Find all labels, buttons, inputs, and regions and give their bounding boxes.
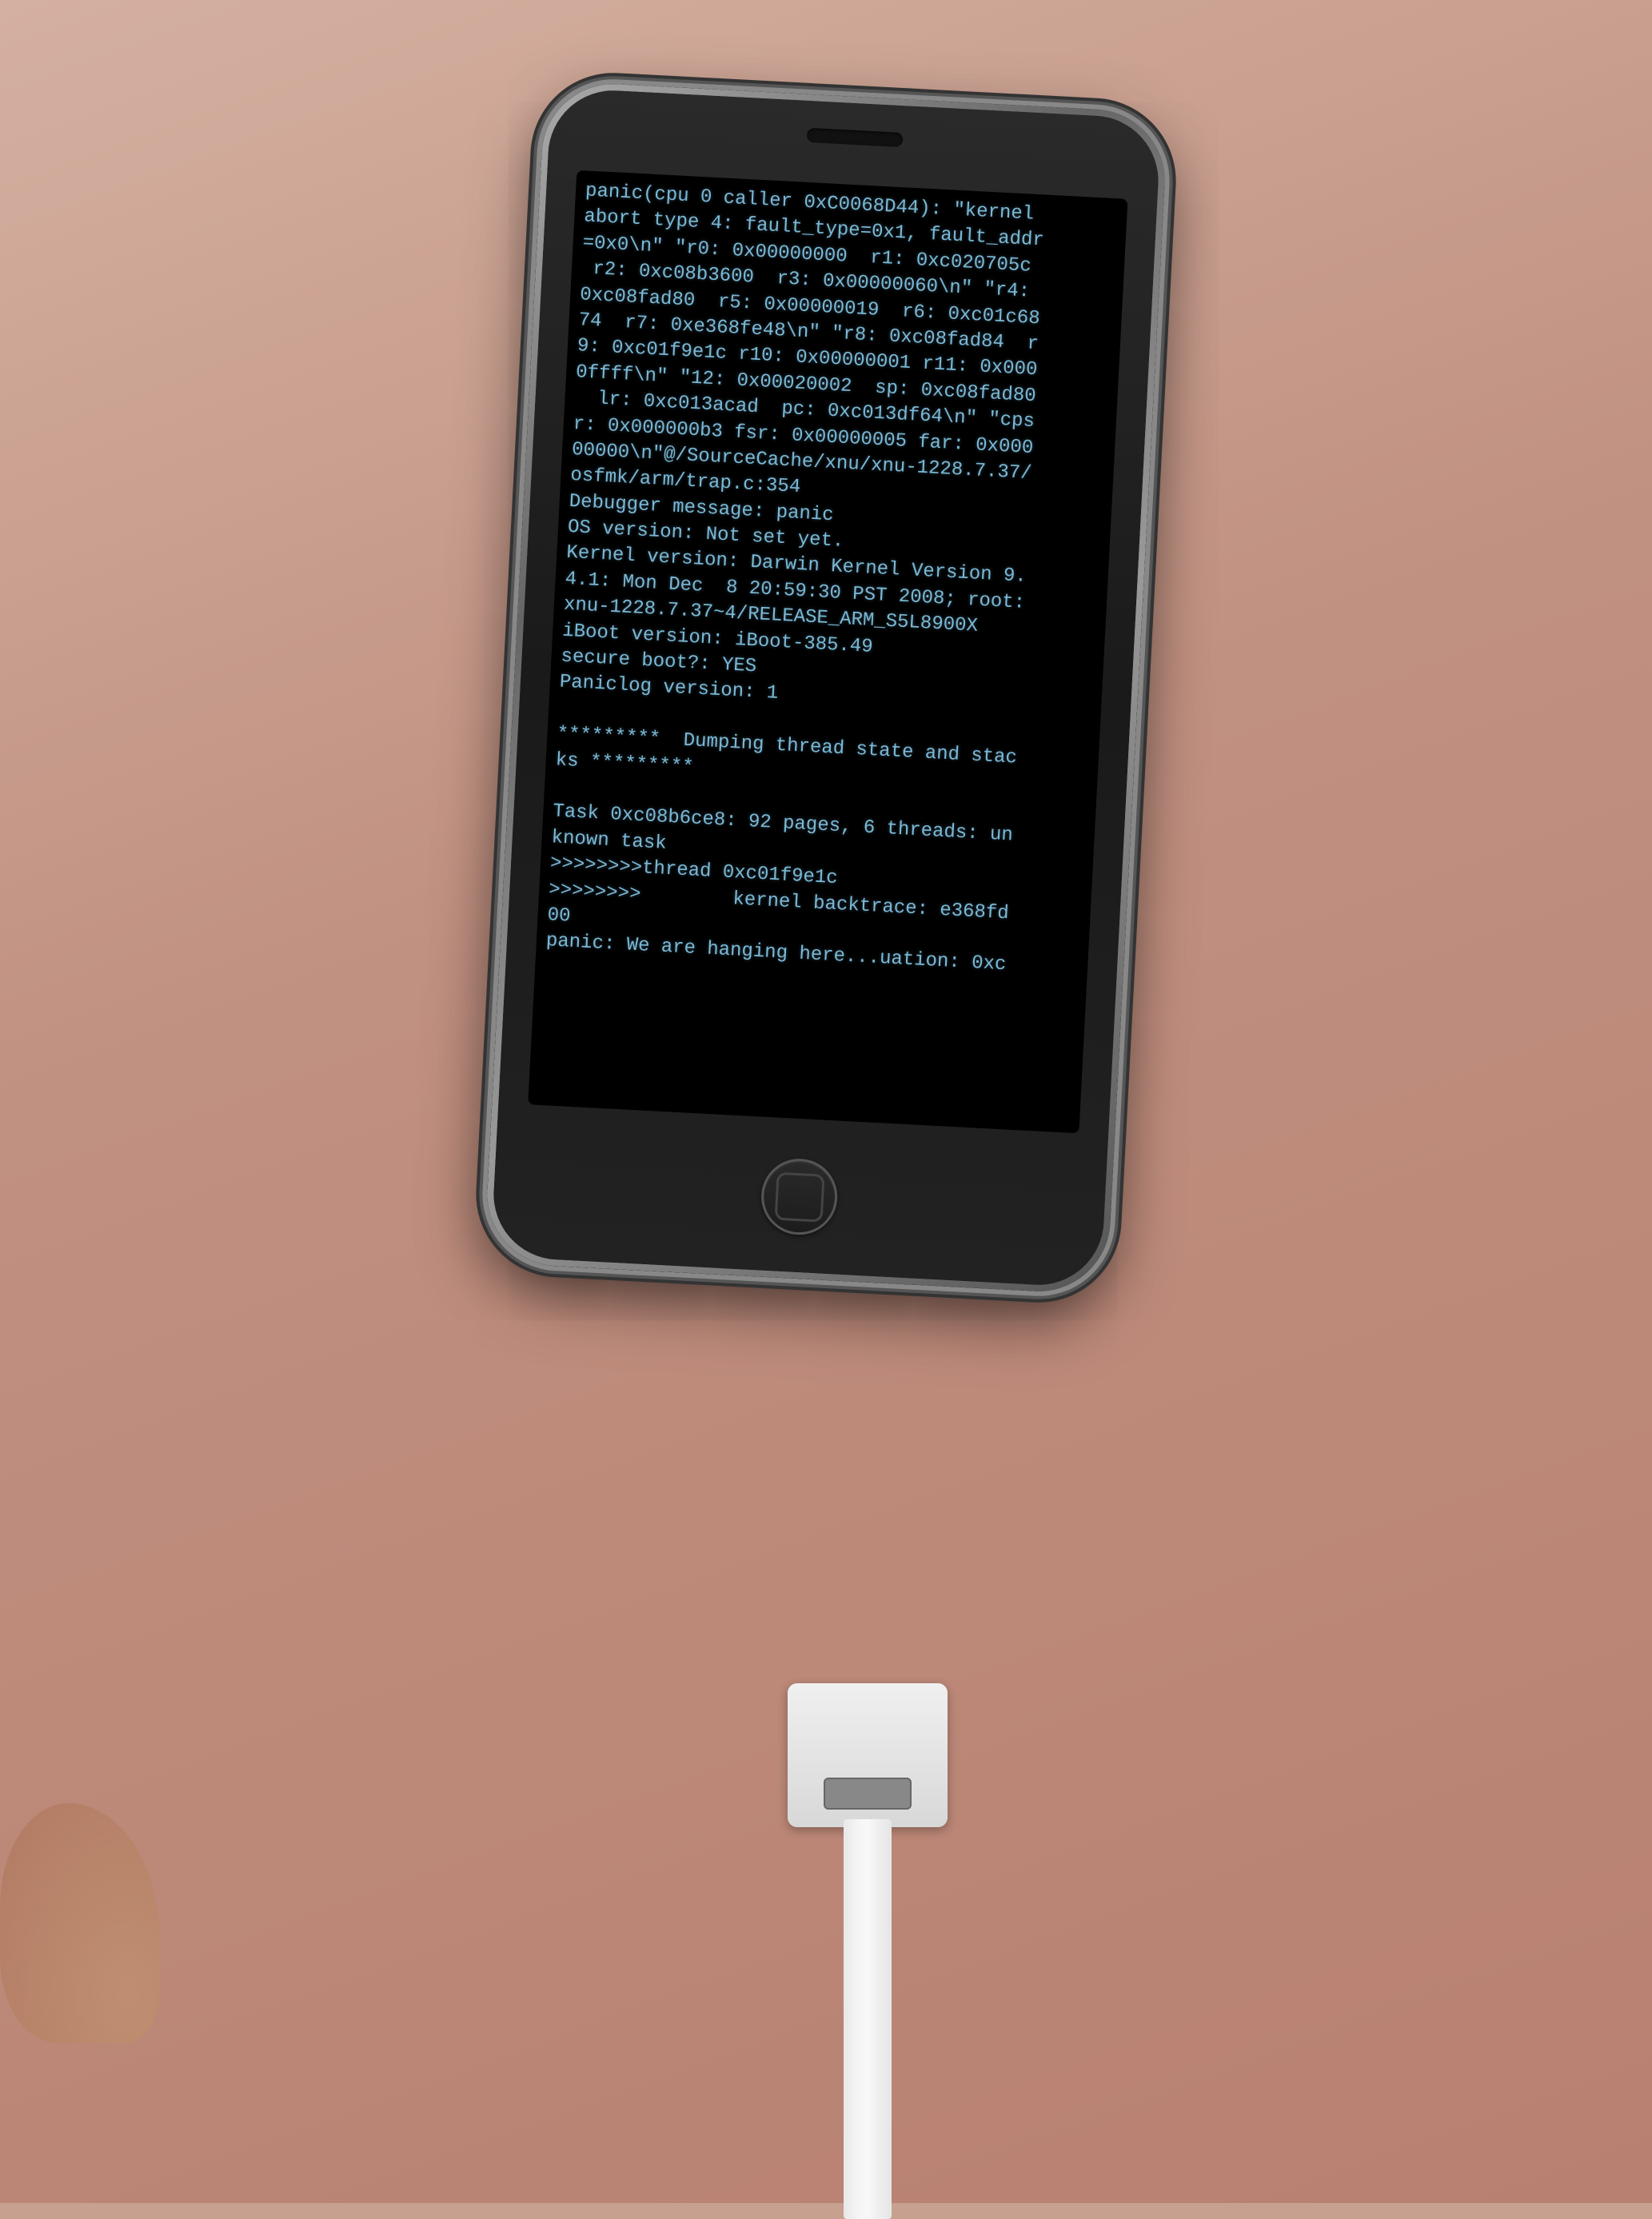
home-button[interactable] — [760, 1157, 840, 1237]
kernel-panic-text: panic(cpu 0 caller 0xC0068D44): "kernel … — [538, 178, 1121, 1124]
usb-connector-port — [824, 1778, 912, 1810]
phone-speaker — [807, 128, 904, 147]
home-button-icon — [774, 1171, 824, 1222]
usb-cable-assembly — [764, 1683, 972, 2203]
phone-device: panic(cpu 0 caller 0xC0068D44): "kernel … — [484, 81, 1168, 1295]
phone-shell: panic(cpu 0 caller 0xC0068D44): "kernel … — [484, 81, 1168, 1295]
usb-cable-wire — [844, 1819, 892, 2219]
usb-dock-connector — [788, 1683, 948, 1827]
phone-screen: panic(cpu 0 caller 0xC0068D44): "kernel … — [528, 170, 1127, 1134]
